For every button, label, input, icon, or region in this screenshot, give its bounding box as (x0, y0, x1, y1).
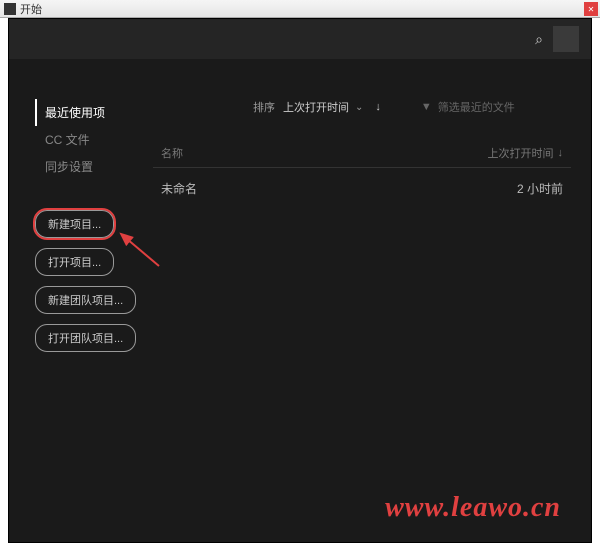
watermark: www.leawo.cn (385, 492, 561, 524)
filter-input[interactable]: 筛选最近的文件 (438, 99, 515, 115)
sidebar-nav: 最近使用项 CC 文件 同步设置 (35, 99, 149, 180)
main-panel: 排序 上次打开时间 ⌄ ↓ ▼ 筛选最近的文件 名称 上次打开时间 ↓ 未命 (149, 99, 571, 542)
column-time[interactable]: 上次打开时间 ↓ (488, 145, 564, 161)
content-area: 最近使用项 CC 文件 同步设置 新建项目... 打开项目... 新建团队项目.… (9, 59, 591, 542)
sort-filter-row: 排序 上次打开时间 ⌄ ↓ ▼ 筛选最近的文件 (153, 99, 571, 115)
filter-icon[interactable]: ▼ (421, 101, 432, 113)
new-team-project-button[interactable]: 新建团队项目... (35, 286, 136, 314)
search-icon[interactable]: ⌕ (535, 31, 543, 48)
close-button[interactable]: ✕ (584, 2, 598, 16)
titlebar: 开始 ✕ (0, 0, 600, 18)
sidebar-item-sync[interactable]: 同步设置 (35, 153, 149, 180)
app-icon (4, 3, 16, 15)
app-header: ⌕ (9, 19, 591, 59)
sort-direction-icon[interactable]: ↓ (375, 101, 381, 113)
new-project-button[interactable]: 新建项目... (35, 210, 114, 238)
table-row[interactable]: 未命名 2 小时前 (153, 176, 571, 201)
sort-label: 排序 (253, 99, 275, 115)
sidebar-item-cc-files[interactable]: CC 文件 (35, 126, 149, 153)
column-name[interactable]: 名称 (161, 145, 183, 161)
open-project-button[interactable]: 打开项目... (35, 248, 114, 276)
sidebar-item-recent[interactable]: 最近使用项 (35, 99, 149, 126)
sidebar: 最近使用项 CC 文件 同步设置 新建项目... 打开项目... 新建团队项目.… (29, 99, 149, 542)
app-window: 开始 ✕ ⌕ 最近使用项 CC 文件 同步设置 新建项目... 打开项目... … (0, 0, 600, 551)
chevron-down-icon[interactable]: ⌄ (355, 102, 363, 113)
account-box[interactable] (553, 26, 579, 52)
sort-arrow-icon: ↓ (558, 147, 564, 159)
window-title: 开始 (20, 1, 42, 17)
row-name: 未命名 (161, 180, 197, 197)
table-header: 名称 上次打开时间 ↓ (153, 145, 571, 167)
open-team-project-button[interactable]: 打开团队项目... (35, 324, 136, 352)
divider (153, 167, 571, 168)
app-body: ⌕ 最近使用项 CC 文件 同步设置 新建项目... 打开项目... 新建团队项… (8, 18, 592, 543)
row-time: 2 小时前 (517, 180, 563, 197)
sort-dropdown[interactable]: 上次打开时间 (283, 99, 349, 115)
